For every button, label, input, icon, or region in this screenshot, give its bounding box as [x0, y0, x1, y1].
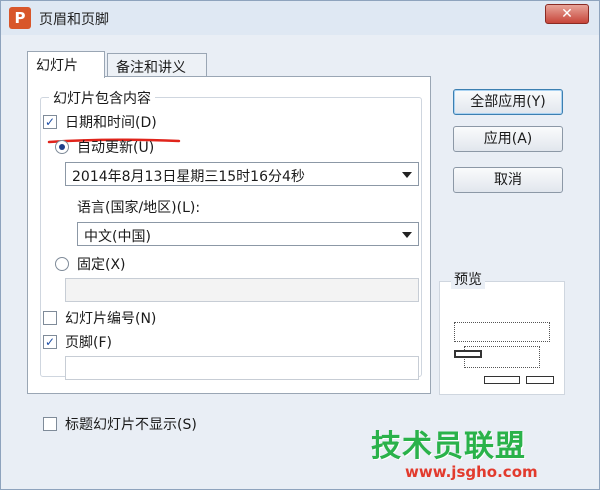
- language-label: 语言(国家/地区)(L):: [77, 200, 201, 216]
- fixed-radio[interactable]: [55, 257, 69, 271]
- footer-checkbox[interactable]: ✓: [43, 335, 57, 349]
- fixed-label: 固定(X): [77, 257, 126, 273]
- preview-title-placeholder: [454, 322, 550, 342]
- date-time-label: 日期和时间(D): [65, 115, 157, 131]
- dialog-window: P 页眉和页脚 ✕ 幻灯片 备注和讲义 幻灯片包含内容 ✓ 日期和时间(D) 自…: [0, 0, 600, 490]
- preview-date-placeholder: [454, 350, 482, 358]
- app-icon: P: [9, 7, 31, 29]
- date-time-checkbox[interactable]: ✓: [43, 115, 57, 129]
- date-format-value: 2014年8月13日星期三15时16分4秒: [72, 169, 305, 185]
- preview-label: 预览: [451, 269, 485, 289]
- preview-number-placeholder: [526, 376, 554, 384]
- watermark-main-text: 技术员联盟: [371, 429, 526, 464]
- chevron-down-icon: [402, 172, 412, 178]
- tab-notes-handouts[interactable]: 备注和讲义: [107, 53, 207, 77]
- slide-number-checkbox[interactable]: [43, 311, 57, 325]
- date-format-select[interactable]: 2014年8月13日星期三15时16分4秒: [65, 162, 419, 186]
- auto-update-radio[interactable]: [55, 140, 69, 154]
- apply-all-button[interactable]: 全部应用(Y): [453, 89, 563, 115]
- window-title: 页眉和页脚: [39, 12, 109, 28]
- chevron-down-icon: [402, 232, 412, 238]
- watermark-url-text: www.jsgho.com: [405, 463, 538, 481]
- language-value: 中文(中国): [84, 229, 151, 245]
- cancel-button[interactable]: 取消: [453, 167, 563, 193]
- group-title: 幻灯片包含内容: [49, 88, 155, 108]
- footer-input[interactable]: [65, 356, 419, 380]
- site-watermark: 技术员联盟 www.jsgho.com: [371, 421, 599, 487]
- slide-number-label: 幻灯片编号(N): [65, 311, 157, 327]
- auto-update-label: 自动更新(U): [77, 140, 155, 156]
- apply-button[interactable]: 应用(A): [453, 126, 563, 152]
- tab-slides[interactable]: 幻灯片: [27, 51, 105, 78]
- close-button[interactable]: ✕: [545, 4, 589, 24]
- preview-thumbnail: [439, 281, 565, 395]
- title-bar[interactable]: P 页眉和页脚 ✕: [1, 1, 599, 35]
- footer-label: 页脚(F): [65, 335, 112, 351]
- fixed-date-input[interactable]: [65, 278, 419, 302]
- hide-on-title-label: 标题幻灯片不显示(S): [65, 417, 197, 433]
- close-icon: ✕: [561, 6, 573, 22]
- language-select[interactable]: 中文(中国): [77, 222, 419, 246]
- preview-footer-placeholder: [484, 376, 520, 384]
- hide-on-title-checkbox[interactable]: [43, 417, 57, 431]
